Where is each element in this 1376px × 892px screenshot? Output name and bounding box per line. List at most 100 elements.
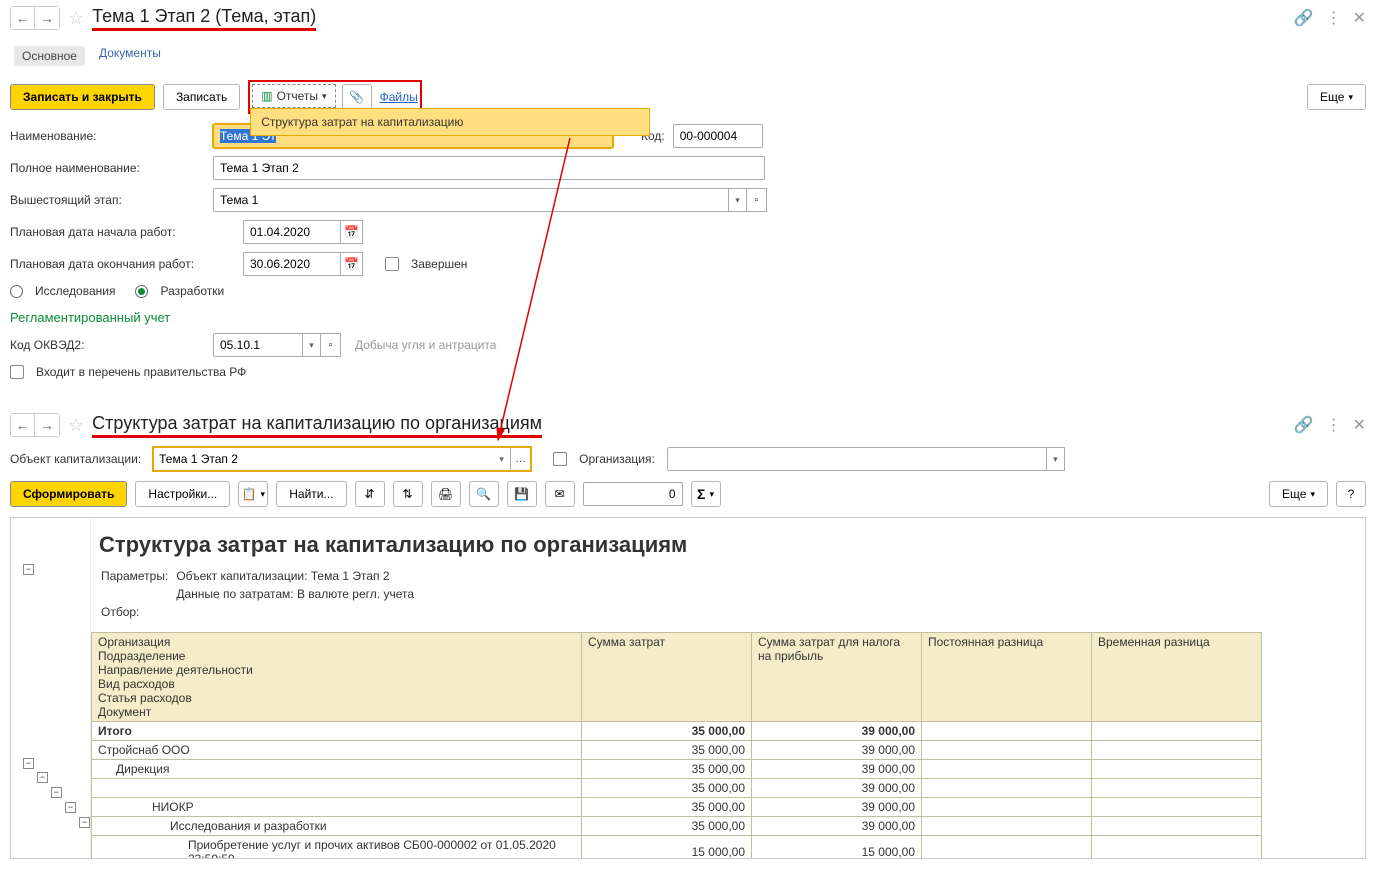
gov-list-checkbox[interactable] [10, 365, 24, 379]
open-ext-icon[interactable]: ▫ [321, 333, 341, 357]
printer-icon: 🖨 [438, 487, 453, 501]
start-date-input[interactable]: 📅 [243, 220, 363, 244]
cap-obj-combo[interactable]: ▾ … [153, 447, 531, 471]
parent-label: Вышестоящий этап: [10, 193, 205, 207]
table-row[interactable]: Дирекция35 000,0039 000,00 [92, 760, 1262, 779]
table-row[interactable]: 35 000,0039 000,00 [92, 779, 1262, 798]
tree-collapse-icon[interactable]: − [37, 772, 48, 783]
files-link[interactable]: Файлы [380, 90, 418, 104]
more-button-1[interactable]: Еще ▾ [1307, 84, 1366, 110]
completed-checkbox[interactable] [385, 257, 399, 271]
reports-dropdown-button[interactable]: ▥ Отчеты ▾ [252, 84, 335, 108]
favorite-star-icon[interactable]: ☆ [68, 8, 84, 29]
report-table: ОрганизацияПодразделениеНаправление деят… [91, 632, 1262, 858]
variants-button[interactable]: 📋▾ [238, 481, 268, 507]
table-row[interactable]: Исследования и разработки35 000,0039 000… [92, 817, 1262, 836]
help-button[interactable]: ? [1336, 481, 1366, 507]
fullname-input[interactable] [213, 156, 765, 180]
tree-collapse-icon[interactable]: − [79, 817, 90, 828]
nav-forward-button-2[interactable]: → [35, 414, 59, 436]
email-button[interactable]: ✉ [545, 481, 575, 507]
link-icon[interactable]: 🔗 [1294, 8, 1314, 28]
end-date-input[interactable]: 📅 [243, 252, 363, 276]
chevron-down-icon: ▾ [1348, 92, 1353, 103]
nav-back-button[interactable]: ← [11, 7, 35, 29]
nav-forward-button[interactable]: → [35, 7, 59, 29]
nav-back-button-2[interactable]: ← [11, 414, 35, 436]
close-icon[interactable]: ✕ [1353, 8, 1366, 28]
tab-docs[interactable]: Документы [99, 46, 161, 66]
table-header: Временная разница [1092, 633, 1262, 722]
print-button[interactable]: 🖨 [431, 481, 461, 507]
org-label: Организация: [579, 452, 655, 466]
org-checkbox[interactable] [553, 452, 567, 466]
kebab-menu-icon[interactable]: ⋮ [1326, 415, 1341, 435]
code-input[interactable] [673, 124, 763, 148]
chevron-down-icon[interactable]: ▾ [729, 188, 747, 212]
tree-collapse-icon[interactable]: − [23, 564, 34, 575]
run-button[interactable]: Сформировать [10, 481, 127, 507]
chevron-down-icon[interactable]: ▾ [303, 333, 321, 357]
completed-label: Завершен [411, 257, 467, 271]
more-button-2[interactable]: Еще ▾ [1269, 481, 1328, 507]
research-radio[interactable] [10, 285, 23, 298]
attach-button[interactable]: 📎 [342, 84, 372, 110]
parent-combo[interactable]: ▾ ▫ [213, 188, 767, 212]
save-report-button[interactable]: 💾 [507, 481, 537, 507]
expand-button[interactable]: ⇵ [355, 481, 385, 507]
collapse-button[interactable]: ⇅ [393, 481, 423, 507]
kebab-menu-icon[interactable]: ⋮ [1326, 8, 1341, 28]
tree-collapse-icon[interactable]: − [51, 787, 62, 798]
preview-button[interactable]: 🔍 [469, 481, 499, 507]
calendar-icon[interactable]: 📅 [341, 220, 363, 244]
okved-combo[interactable]: ▾ ▫ [213, 333, 341, 357]
chevron-down-icon: ▾ [1310, 489, 1315, 500]
table-header: Вид расходов [98, 677, 575, 691]
table-row[interactable]: Итого35 000,0039 000,00 [92, 722, 1262, 741]
open-ext-icon[interactable]: ▫ [747, 188, 767, 212]
report-body[interactable]: Структура затрат на капитализацию по орг… [91, 518, 1365, 858]
tab-bar: Основное Документы [0, 36, 1376, 74]
reports-dropdown-menu: Структура затрат на капитализацию [250, 108, 650, 136]
table-header: Организация [98, 635, 575, 649]
chevron-down-icon[interactable]: ▾ [1047, 447, 1065, 471]
tree-collapse-icon[interactable]: − [65, 802, 76, 813]
table-header: Подразделение [98, 649, 575, 663]
table-header: Направление деятельности [98, 663, 575, 677]
research-radio-label: Исследования [35, 284, 115, 298]
close-icon[interactable]: ✕ [1353, 415, 1366, 435]
tab-main[interactable]: Основное [14, 46, 85, 66]
table-row[interactable]: НИОКР35 000,0039 000,00 [92, 798, 1262, 817]
okved-label: Код ОКВЭД2: [10, 338, 205, 352]
settings-button[interactable]: Настройки... [135, 481, 230, 507]
tree-collapse-icon[interactable]: − [23, 758, 34, 769]
table-row[interactable]: Приобретение услуг и прочих активов СБ00… [92, 836, 1262, 859]
find-button[interactable]: Найти... [276, 481, 346, 507]
titlebar-1: ← → ☆ Тема 1 Этап 2 (Тема, этап) 🔗 ⋮ ✕ [0, 0, 1376, 36]
envelope-icon: ✉ [554, 487, 564, 501]
link-icon[interactable]: 🔗 [1294, 415, 1314, 435]
nav-arrows-2: ← → [10, 413, 60, 437]
calendar-icon[interactable]: 📅 [341, 252, 363, 276]
copy-icon: 📋 [242, 487, 257, 501]
table-header: Сумма затрат для налога на прибыль [752, 633, 922, 722]
menu-item-cost-structure[interactable]: Структура затрат на капитализацию [261, 115, 463, 129]
table-header: Документ [98, 705, 575, 719]
nav-arrows: ← → [10, 6, 60, 30]
org-combo[interactable]: ▾ [667, 447, 1065, 471]
dev-radio[interactable] [135, 285, 148, 298]
save-button[interactable]: Записать [163, 84, 240, 110]
fullname-label: Полное наименование: [10, 161, 205, 175]
sigma-button[interactable]: Σ▾ [691, 481, 721, 507]
ellipsis-icon[interactable]: … [511, 447, 531, 471]
page-title: Тема 1 Этап 2 (Тема, этап) [92, 6, 316, 31]
favorite-star-icon-2[interactable]: ☆ [68, 415, 84, 436]
save-close-button[interactable]: Записать и закрыть [10, 84, 155, 110]
table-row[interactable]: Стройснаб ООО35 000,0039 000,00 [92, 741, 1262, 760]
paperclip-icon: 📎 [349, 90, 364, 104]
sigma-icon: Σ [697, 486, 705, 502]
expand-icon: ⇵ [364, 487, 374, 501]
chevron-down-icon[interactable]: ▾ [493, 447, 511, 471]
sum-input[interactable] [583, 482, 683, 506]
floppy-icon: 💾 [514, 487, 529, 501]
